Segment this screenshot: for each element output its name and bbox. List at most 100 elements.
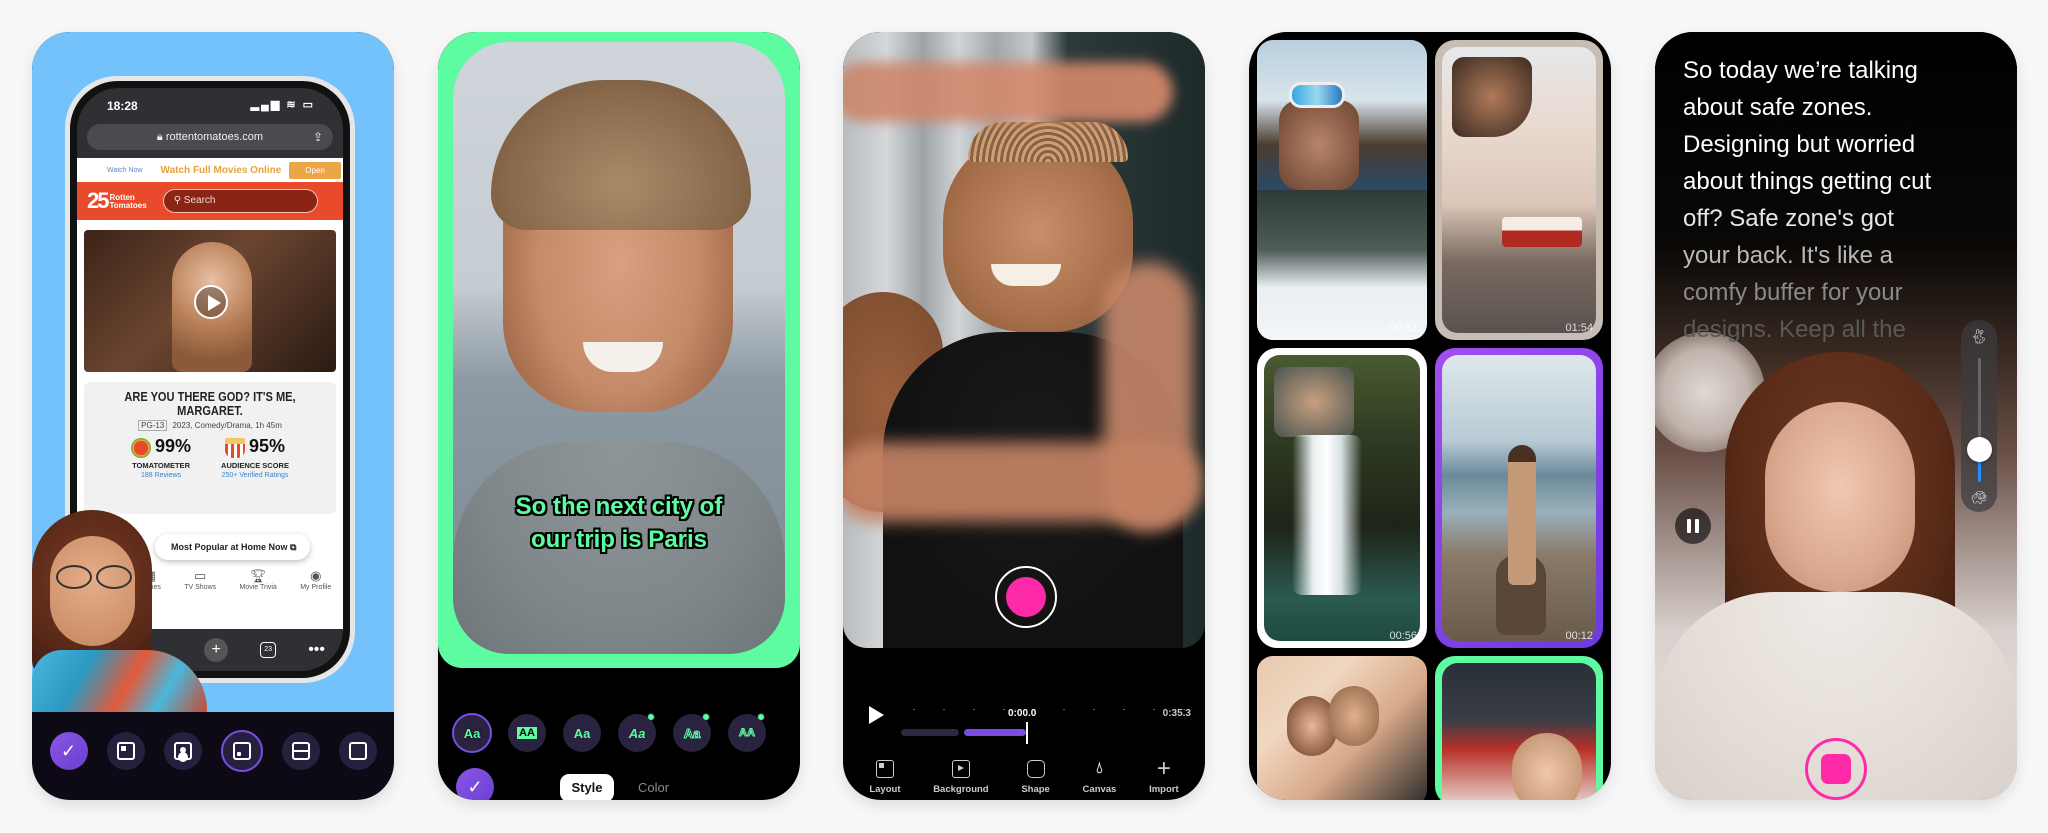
layout-split-button[interactable] [281,732,320,770]
layout-pip-button[interactable] [220,730,263,772]
layout-split-icon [291,742,310,760]
nav-movie-trivia[interactable]: 🏆︎ Movie Trivia [239,568,276,602]
duration-label: 00:32 [1389,322,1417,334]
url-bar[interactable]: 🔒︎ rottentomatoes.com ⇪ [87,124,333,150]
layout-full-icon [348,742,367,760]
timeline-ticks [899,708,1187,710]
tab-style[interactable]: Style [560,774,614,800]
gallery-tile-waterfall[interactable]: 00:56 [1257,348,1427,648]
pip-camera-overlay[interactable] [32,510,207,712]
site-logo[interactable]: 25 Rotten Tomatoes [87,188,147,214]
trailer-video[interactable] [84,230,336,372]
screenshot-teleprompter: So today we’re talking about safe zones.… [1655,32,2017,800]
layout-person-button[interactable] [163,732,202,770]
current-time: 0:00.0 [1008,708,1037,719]
layout-corner-icon [116,742,135,760]
nav-my-profile[interactable]: ◉ My Profile [300,568,331,602]
duration-label: 00:12 [1565,630,1593,642]
play-icon[interactable] [869,706,884,724]
total-time: 0:35.3 [1162,708,1191,719]
stop-recording-button[interactable] [1805,738,1867,800]
tool-import[interactable]: + Import [1149,755,1179,796]
duration-label: 01:54 [1565,322,1593,334]
screenshot-captions: So the next city of our trip is Paris Aa… [438,32,800,800]
status-bar: 18:28 ▂▄▆ ≋ ▭ [77,96,343,116]
caption-style-option[interactable]: AA [728,713,766,752]
green-frame: So the next city of our trip is Paris [438,32,800,668]
ad-small-label: Watch Now [107,166,143,174]
trophy-icon: 🏆︎ [249,568,267,583]
confirm-button[interactable]: ✓ [456,768,494,800]
layout-corner-button[interactable] [106,732,145,770]
ad-banner[interactable]: Watch Now Watch Full Movies Online Open [77,158,343,182]
gallery-tile-ski[interactable]: 00:32 [1257,40,1427,340]
tabs-button[interactable]: 23 [260,642,277,658]
gallery-tile-eating[interactable] [1435,656,1603,800]
caption-style-option[interactable]: AA [508,714,546,752]
timeline: 0:00.0 0:35.3 [843,668,1205,744]
clock: 18:28 [107,99,138,113]
movie-meta: PG-13 2023, Comedy/Drama, 1h 45m [84,420,336,431]
rabbit-icon: 🐇︎ [1970,328,1988,344]
caption-style-option[interactable]: Aa [673,713,711,752]
url-text: rottentomatoes.com [165,131,264,143]
more-icon[interactable]: ••• [308,641,325,659]
search-icon: ⚲ [173,195,182,206]
tab-color[interactable]: Color [638,774,669,800]
glasses [54,565,134,589]
speed-slider[interactable]: 🐇︎ 🐢︎ [1961,320,1997,512]
movie-title: ARE YOU THERE GOD? IT'S ME, MARGARET. [124,389,296,418]
record-button[interactable] [995,566,1057,628]
tool-canvas[interactable]: 💧︎ Canvas [1083,760,1117,795]
tool-layout[interactable]: Layout [869,760,900,795]
lock-icon: 🔒︎ [156,131,163,143]
scores: 99% TOMATOMETER 188 Reviews 95% AUDIENCE… [84,436,336,479]
movie-card: ARE YOU THERE GOD? IT'S ME, MARGARET. PG… [84,382,336,514]
slider-knob[interactable] [1967,436,1992,462]
shape-icon [1026,760,1045,778]
tool-background[interactable]: Background [933,760,989,795]
playhead[interactable] [1026,722,1028,744]
caption-style-option[interactable]: Aa [452,713,492,753]
duration-label: 00:56 [1389,630,1417,642]
timeline-clip[interactable] [901,729,959,736]
gallery-tile-couple[interactable] [1257,656,1427,800]
tomatometer[interactable]: 99% TOMATOMETER 188 Reviews [131,436,191,479]
ad-open-button[interactable]: Open [289,161,341,179]
confirm-button[interactable]: ✓ [49,732,88,770]
gallery-tile-beach[interactable]: 00:12 [1435,348,1603,648]
site-header: 25 Rotten Tomatoes ⚲ Search [77,182,343,220]
ad-text: Watch Full Movies Online [160,164,282,176]
layout-pip-icon [232,742,251,760]
ratings-link[interactable]: 250+ Verified Ratings [221,472,289,479]
gallery-tile-prague[interactable]: 01:54 [1435,40,1603,340]
screenshot-gallery: 00:32 01:54 00:56 00:12 [1249,32,1611,800]
audience-score[interactable]: 95% AUDIENCE SCORE 250+ Verified Ratings [221,436,289,479]
timeline-clip-active[interactable] [964,729,1026,736]
nav-tv-shows[interactable]: ▭ TV Shows [184,568,216,602]
caption-text[interactable]: So the next city of our trip is Paris [438,490,800,556]
pause-button[interactable] [1675,508,1711,544]
check-icon: ✓ [60,740,77,761]
caption-style-option[interactable]: Aa [563,714,601,752]
editor-toolbar: Layout Background Shape 💧︎ Canvas + Import [843,755,1205,796]
new-tab-plus-icon[interactable]: + [204,638,229,662]
screenshot-recorder: 0:00.0 0:35.3 Layout Background Shape 💧︎… [843,32,1205,800]
teleprompter-text[interactable]: So today we’re talking about safe zones.… [1683,52,1983,348]
caption-style-option[interactable]: Aa [618,713,656,752]
camera-preview[interactable] [843,32,1205,648]
plus-icon: + [1156,755,1171,782]
play-icon[interactable] [194,285,228,319]
fresh-tomato-icon [131,437,152,458]
rating-badge: PG-13 [138,420,168,431]
caption-style-picker: Aa AA Aa Aa Aa AA [452,713,766,753]
reviews-link[interactable]: 188 Reviews [131,472,191,479]
screenshot-pip-layout: 18:28 ▂▄▆ ≋ ▭ 🔒︎ rottentomatoes.com ⇪ Wa… [32,32,394,800]
blue-background: 18:28 ▂▄▆ ≋ ▭ 🔒︎ rottentomatoes.com ⇪ Wa… [32,32,394,712]
layout-full-button[interactable] [338,732,377,770]
tool-shape[interactable]: Shape [1021,760,1050,795]
site-search-input[interactable]: ⚲ Search [162,189,318,213]
video-preview[interactable] [453,42,785,654]
popcorn-icon [225,437,245,458]
share-icon[interactable]: ⇪ [313,124,323,150]
